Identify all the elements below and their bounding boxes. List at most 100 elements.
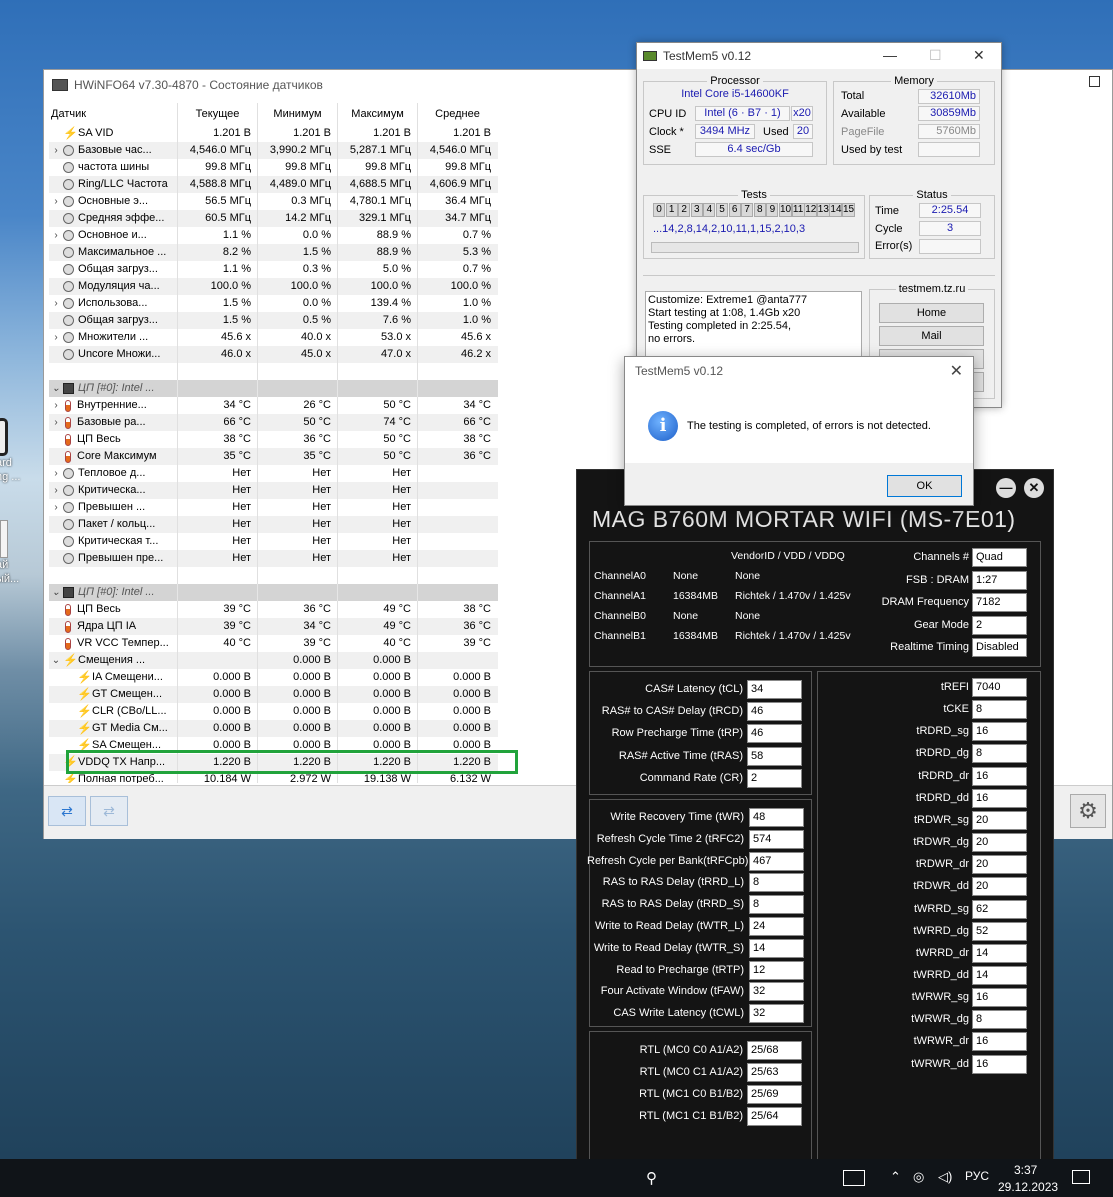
rtl-value[interactable]: 25/69	[747, 1085, 802, 1104]
close-icon[interactable]: ✕	[1024, 478, 1044, 498]
testmem-titlebar[interactable]: TestMem5 v0.12	[637, 43, 1001, 69]
primary-timing-value[interactable]: 34	[747, 680, 802, 699]
clock-time[interactable]: 3:37	[1014, 1163, 1037, 1177]
people-icon[interactable]: ⚲	[646, 1169, 657, 1187]
chevron-right-icon[interactable]: ›	[49, 397, 63, 414]
info-value[interactable]: 1:27	[972, 570, 1027, 590]
chevron-right-icon[interactable]: ›	[49, 465, 63, 482]
table-row[interactable]: ⌄ ЦП [#0]: Intel ...	[49, 380, 498, 397]
chevron-up-icon[interactable]: ⌃	[890, 1169, 901, 1185]
tertiary-timing-value[interactable]: 8	[972, 744, 1027, 764]
settings-button[interactable]: ⚙	[1070, 794, 1106, 828]
table-row[interactable]: › Использова... 1.5 % 0.0 % 139.4 % 1.0 %	[49, 295, 498, 312]
table-row[interactable]: Общая загруз... 1.1 % 0.3 % 5.0 % 0.7 %	[49, 261, 498, 278]
secondary-timing-value[interactable]: 574	[749, 829, 804, 849]
tertiary-timing-value[interactable]: 8	[972, 1010, 1027, 1030]
network-icon[interactable]: ◎	[913, 1169, 924, 1185]
tertiary-timing-value[interactable]: 16	[972, 766, 1027, 786]
table-row[interactable]: › Основное и... 1.1 % 0.0 % 88.9 % 0.7 %	[49, 227, 498, 244]
table-row[interactable]: ⚡ SA VID 1.201 В 1.201 В 1.201 В 1.201 В	[49, 125, 498, 142]
chevron-right-icon[interactable]: ›	[49, 329, 63, 346]
tertiary-timing-value[interactable]: 20	[972, 877, 1027, 897]
table-row[interactable]: Пакет / кольц... Нет Нет Нет	[49, 516, 498, 533]
chevron-right-icon[interactable]: ›	[49, 482, 63, 499]
chevron-right-icon[interactable]: ›	[49, 499, 63, 516]
secondary-timing-value[interactable]: 12	[749, 960, 804, 980]
table-row[interactable]: › Множители ... 45.6 x 40.0 x 53.0 x 45.6 x	[49, 329, 498, 346]
table-row[interactable]: › Основные э... 56.5 МГц 0.3 МГц 4,780.1 МГц…	[49, 193, 498, 210]
col-header-sensor[interactable]: Датчик	[49, 103, 177, 125]
nav-forward-button[interactable]: ⇄	[90, 796, 128, 826]
secondary-timing-value[interactable]: 8	[749, 873, 804, 893]
close-icon[interactable]: ✕	[950, 361, 963, 381]
table-row[interactable]: ⚡ CLR (CBo/LL... 0.000 В 0.000 В 0.000 В 0.00…	[49, 703, 498, 720]
minimize-icon[interactable]: —	[883, 47, 897, 63]
table-row[interactable]: Критическая т... Нет Нет Нет	[49, 533, 498, 550]
mail-button[interactable]: Mail	[879, 326, 984, 346]
rtl-value[interactable]: 25/64	[747, 1107, 802, 1126]
tertiary-timing-value[interactable]: 14	[972, 943, 1027, 963]
table-row[interactable]: › Критическа... Нет Нет Нет	[49, 482, 498, 499]
tertiary-timing-value[interactable]: 16	[972, 1054, 1027, 1074]
table-row[interactable]	[49, 567, 498, 584]
tertiary-timing-value[interactable]: 16	[972, 988, 1027, 1008]
table-row[interactable]: Ядра ЦП IA 39 °C 34 °C 49 °C 36 °C	[49, 618, 498, 635]
notifications-icon[interactable]	[1072, 1170, 1090, 1184]
maximize-icon[interactable]	[1089, 76, 1100, 87]
tertiary-timing-value[interactable]: 20	[972, 855, 1027, 875]
log-box[interactable]: Customize: Extreme1 @anta777 Start testi…	[645, 291, 862, 357]
primary-timing-value[interactable]: 58	[747, 746, 802, 766]
minimize-icon[interactable]: —	[996, 478, 1016, 498]
primary-timing-value[interactable]: 46	[747, 724, 802, 744]
secondary-timing-value[interactable]: 14	[749, 938, 804, 958]
table-row[interactable]: VR VCC Темпер... 40 °C 39 °C 40 °C 39 °C	[49, 635, 498, 652]
secondary-timing-value[interactable]: 48	[749, 808, 804, 827]
col-header-min[interactable]: Минимум	[257, 103, 337, 125]
rtl-value[interactable]: 25/68	[747, 1041, 802, 1060]
home-button[interactable]: Home	[879, 303, 984, 323]
tertiary-timing-value[interactable]: 20	[972, 810, 1027, 830]
table-row[interactable]: Превышен пре... Нет Нет Нет	[49, 550, 498, 567]
col-header-max[interactable]: Максимум	[337, 103, 417, 125]
table-row[interactable]: › Превышен ... Нет Нет Нет	[49, 499, 498, 516]
primary-timing-value[interactable]: 2	[747, 768, 802, 788]
chevron-down-icon[interactable]: ⌄	[49, 380, 63, 397]
tertiary-timing-value[interactable]: 62	[972, 899, 1027, 919]
secondary-timing-value[interactable]: 32	[749, 1004, 804, 1024]
chevron-right-icon[interactable]: ›	[49, 295, 63, 312]
table-row[interactable]: ⌄ ЦП [#0]: Intel ...	[49, 584, 498, 601]
table-row[interactable]: ⌄ ⚡ Смещения ... 0.000 В 0.000 В	[49, 652, 498, 669]
chevron-right-icon[interactable]: ›	[49, 142, 63, 159]
ok-button[interactable]: OK	[887, 475, 962, 497]
tertiary-timing-value[interactable]: 52	[972, 921, 1027, 941]
table-row[interactable]: › Базовые ра... 66 °C 50 °C 74 °C 66 °C	[49, 414, 498, 431]
table-row[interactable]: ⚡ IA Смещени... 0.000 В 0.000 В 0.000 В 0.000…	[49, 669, 498, 686]
chevron-right-icon[interactable]: ›	[49, 193, 63, 210]
tertiary-timing-value[interactable]: 20	[972, 833, 1027, 853]
table-row[interactable]: › Тепловое д... Нет Нет Нет	[49, 465, 498, 482]
rtl-value[interactable]: 25/63	[747, 1063, 802, 1082]
info-value[interactable]: 2	[972, 615, 1027, 635]
chevron-right-icon[interactable]: ›	[49, 227, 63, 244]
tertiary-timing-value[interactable]: 7040	[972, 678, 1027, 697]
table-row[interactable]: ⚡ GT Media См... 0.000 В 0.000 В 0.000 В 0.00…	[49, 720, 498, 737]
table-row[interactable]: Ring/LLC Частота 4,588.8 МГц 4,489.0 МГц 4,…	[49, 176, 498, 193]
volume-icon[interactable]: ◁)	[938, 1169, 952, 1185]
desktop-icon-2[interactable]: ай ый...	[0, 520, 28, 600]
news-icon[interactable]	[843, 1170, 865, 1186]
tertiary-timing-value[interactable]: 16	[972, 722, 1027, 742]
secondary-timing-value[interactable]: 467	[749, 851, 804, 871]
chevron-down-icon[interactable]: ⌄	[49, 584, 63, 601]
table-row[interactable]: Общая загруз... 1.5 % 0.5 % 7.6 % 1.0 %	[49, 312, 498, 329]
chevron-right-icon[interactable]: ›	[49, 414, 63, 431]
secondary-timing-value[interactable]: 8	[749, 895, 804, 915]
secondary-timing-value[interactable]: 24	[749, 917, 804, 936]
secondary-timing-value[interactable]: 32	[749, 982, 804, 1002]
table-row[interactable]: Uncore Множи... 46.0 x 45.0 x 47.0 x 46.2 x	[49, 346, 498, 363]
info-value[interactable]: 7182	[972, 593, 1027, 612]
table-row[interactable]: Core Максимум 35 °C 35 °C 50 °C 36 °C	[49, 448, 498, 465]
clock-date[interactable]: 29.12.2023	[998, 1180, 1058, 1194]
table-row[interactable]: Модуляция ча... 100.0 % 100.0 % 100.0 % 100.…	[49, 278, 498, 295]
tertiary-timing-value[interactable]: 16	[972, 788, 1027, 808]
table-row[interactable]: частота шины 99.8 МГц 99.8 МГц 99.8 МГц 99.8…	[49, 159, 498, 176]
